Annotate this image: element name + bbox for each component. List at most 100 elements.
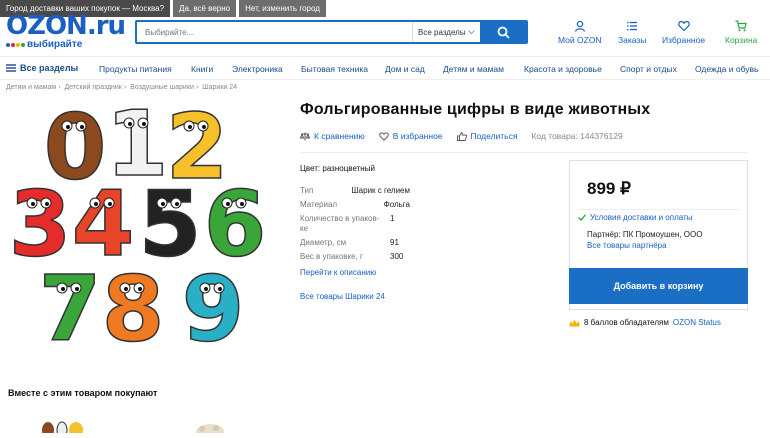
ozon-logo[interactable]: OZON.ru выбирайте <box>6 11 126 50</box>
share-button[interactable]: Поделиться <box>456 131 518 141</box>
spec-key: Материал <box>300 200 338 209</box>
spec-key: Тип <box>300 186 314 195</box>
search-section-select[interactable]: Все разделы <box>412 22 480 42</box>
buy-box: 899 ₽ Условия доставки и оплаты Партнёр:… <box>569 160 748 310</box>
breadcrumb-item[interactable]: Детский праздник <box>65 84 122 91</box>
favorites-label: Избранное <box>662 35 706 45</box>
logo-slogan: выбирайте <box>27 39 83 50</box>
logo-word: OZON.ru <box>6 11 126 41</box>
spec-key: Диаметр, см <box>300 238 347 247</box>
heart-icon <box>379 131 389 141</box>
ozon-status-link[interactable]: OZON Status <box>673 318 721 327</box>
category-link[interactable]: Продукты питания <box>99 64 172 74</box>
divider <box>578 209 740 210</box>
check-icon <box>578 214 586 221</box>
partner-info: Партнёр: ПК Промоушен, ООО <box>587 230 703 239</box>
spec-table: Тип Шарик с гелием Материал Фольга Количес… <box>300 186 410 266</box>
breadcrumb-item[interactable]: Шарики 24 <box>202 84 237 91</box>
cart-icon <box>735 20 747 32</box>
svg-text:9: 9 <box>182 257 245 362</box>
list-icon <box>627 21 638 31</box>
category-link[interactable]: Спорт и отдых <box>620 64 677 74</box>
partner-goods-link[interactable]: Все товары партнёра <box>587 241 667 250</box>
category-link[interactable]: Дом и сад <box>385 64 425 74</box>
category-link[interactable]: Одежда и обувь <box>695 64 758 74</box>
cart-button[interactable]: Корзина <box>725 20 757 45</box>
chevron-down-icon <box>468 29 475 34</box>
breadcrumb: Детям и мамам › Детский праздник › Воздушн… <box>6 84 238 91</box>
city-confirm-button[interactable]: Да, всё верно <box>173 0 237 17</box>
cart-label: Корзина <box>725 35 758 45</box>
category-link[interactable]: Электроника <box>232 64 283 74</box>
add-favorite-button[interactable]: В избранное <box>379 131 443 141</box>
compare-button[interactable]: К сравнению <box>300 131 365 141</box>
delivery-terms-link[interactable]: Условия доставки и оплаты <box>578 213 692 222</box>
svg-text:7: 7 <box>39 257 102 362</box>
category-bar: Все разделы Продукты питания Книги Элект… <box>0 56 770 80</box>
go-to-description-link[interactable]: Перейти к описанию <box>300 268 376 277</box>
my-ozon-button[interactable]: Мой OZON <box>558 20 602 45</box>
divider <box>300 152 748 153</box>
logo-dots <box>6 42 25 47</box>
balloon-digits-image: 0 123 4 5 67 8 9 <box>8 91 267 363</box>
user-icon <box>574 20 585 32</box>
favorite-label: В избранное <box>392 131 443 141</box>
product-price: 899 ₽ <box>587 179 631 198</box>
spec-row: Диаметр, см 91 <box>300 238 410 248</box>
spec-value: Фольга <box>383 200 410 209</box>
spec-key: Количество в упаков-ке <box>300 214 380 233</box>
balloon-digit: 7 <box>38 256 102 363</box>
svg-text:8: 8 <box>102 257 165 362</box>
also-bought-title: Вместе с этим товаром покупают <box>8 388 158 398</box>
spec-value: 91 <box>390 238 399 247</box>
all-sections-button[interactable]: Все разделы <box>0 63 78 73</box>
all-sections-label: Все разделы <box>20 63 79 73</box>
search-button[interactable] <box>480 22 526 42</box>
share-label: Поделиться <box>470 131 518 141</box>
bonus-info: 8 баллов обладателям OZON Status <box>569 318 721 327</box>
delivery-terms-label: Условия доставки и оплаты <box>590 213 693 222</box>
favorites-button[interactable]: Избранное <box>662 20 705 45</box>
spec-row: Вес в упаковке, г 300 <box>300 252 410 262</box>
category-link[interactable]: Детям и мамам <box>443 64 504 74</box>
breadcrumb-item[interactable]: Детям и мамам <box>6 84 56 91</box>
heart-icon <box>677 20 690 32</box>
thumbnail-product[interactable] <box>42 421 83 438</box>
my-ozon-label: Мой OZON <box>558 35 602 45</box>
add-to-cart-button[interactable]: Добавить в корзину <box>569 268 748 304</box>
breadcrumb-item[interactable]: Воздушные шарики <box>130 84 194 91</box>
menu-icon <box>6 64 16 72</box>
product-actions: К сравнению В избранное Поделиться Код т… <box>300 131 623 141</box>
category-link[interactable]: Бытовая техника <box>301 64 368 74</box>
product-color: Цвет: разноцветный <box>300 164 375 173</box>
all-goods-link[interactable]: Все товары Шарики 24 <box>300 292 385 301</box>
crown-icon <box>569 319 580 326</box>
compare-label: К сравнению <box>314 131 365 141</box>
balloon-digit: 8 <box>101 256 165 363</box>
search-bar: Все разделы <box>135 20 528 44</box>
spec-value: Шарик с гелием <box>351 186 410 195</box>
spec-row: Материал Фольга <box>300 200 410 210</box>
product-code: Код товара: 144376129 <box>531 131 623 141</box>
spec-row: Количество в упаков-ке 1 <box>300 214 410 234</box>
spec-row: Тип Шарик с гелием <box>300 186 410 196</box>
thumbs-up-icon <box>456 131 467 141</box>
bonus-text: 8 баллов обладателям <box>584 318 669 327</box>
spec-key: Вес в упаковке, г <box>300 252 363 261</box>
category-link[interactable]: Книги <box>191 64 213 74</box>
search-section-label: Все разделы <box>418 27 466 37</box>
orders-button[interactable]: Заказы <box>618 20 646 45</box>
also-bought-thumbnails <box>40 410 280 438</box>
search-icon <box>497 26 510 39</box>
city-change-button[interactable]: Нет, изменить город <box>239 0 326 17</box>
balloon-digit: 9 <box>181 256 245 363</box>
spec-value: 1 <box>390 214 395 223</box>
scales-icon <box>300 132 310 140</box>
product-title: Фольгированные цифры в виде животных <box>300 101 651 118</box>
product-image[interactable]: 0123456789 <box>0 91 280 365</box>
spec-value: 300 <box>390 252 404 261</box>
category-link[interactable]: Красота и здоровье <box>524 64 602 74</box>
thumbnail-product[interactable] <box>196 424 224 438</box>
search-input[interactable] <box>137 22 412 42</box>
orders-label: Заказы <box>618 35 647 45</box>
